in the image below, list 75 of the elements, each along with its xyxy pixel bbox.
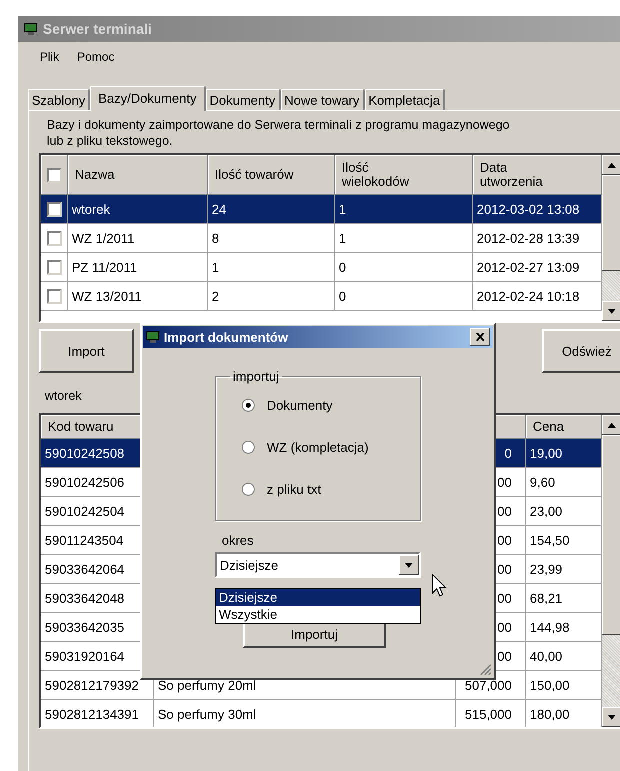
table-cell: 23,00 [526,497,602,526]
checkbox[interactable] [46,288,62,304]
table-cell: 2012-02-28 13:39 [473,224,602,253]
document-name-label: wtorek [45,389,83,403]
table-cell: 150,00 [526,671,602,700]
column-header[interactable]: Ilość wielokodów [335,155,473,195]
column-header[interactable]: Cena [526,415,602,439]
tab[interactable]: Kompletacja [364,89,446,110]
monitor-icon [24,23,38,35]
refresh-button[interactable]: Odśwież [542,329,620,373]
column-header[interactable]: Data utworzenia [473,155,602,195]
tab[interactable]: Bazy/Dokumenty [90,86,206,111]
table-cell: 40,00 [526,642,602,671]
table-cell: wtorek [68,195,208,224]
table-cell: 2012-02-24 10:18 [473,282,602,311]
period-label: okres [222,533,255,548]
scrollbar-thumb[interactable] [602,175,620,271]
table-cell: 0 [335,253,473,282]
scroll-up-button[interactable] [602,155,620,175]
period-dropdown[interactable]: Dzisiejsze [215,552,421,578]
table-cell: 1 [208,253,335,282]
radio-button[interactable] [242,398,255,412]
table-cell: 2012-02-27 13:09 [473,253,602,282]
radio-label: z pliku txt [267,482,322,496]
tab[interactable]: Szablony [28,89,90,110]
checkbox[interactable] [47,168,62,182]
group-label: importuj [232,369,280,384]
scroll-down-button[interactable] [602,301,620,321]
table-cell: 9,60 [526,468,602,497]
table-cell: WZ 1/2011 [68,224,208,253]
checkbox[interactable] [46,202,62,216]
table-cell: 8 [208,224,335,253]
table-cell: 1 [335,195,473,224]
checkbox[interactable] [46,230,62,246]
table-cell: 23,99 [526,555,602,584]
import-button[interactable]: Import [39,329,134,373]
radio-label: Dokumenty [267,398,333,412]
table-cell: 144,98 [526,613,602,642]
table-cell: 68,21 [526,584,602,613]
radio-button[interactable] [242,440,255,454]
table-cell: 1 [335,224,473,253]
table-cell: 24 [208,195,335,224]
resize-grip-icon[interactable] [480,664,492,676]
scroll-down-button[interactable] [602,707,620,727]
dialog-title: Import dokumentów [164,330,290,344]
close-button[interactable] [470,328,490,346]
table-cell: PZ 11/2011 [68,253,208,282]
column-header[interactable]: Ilość towarów [208,155,335,195]
radio-label: WZ (kompletacja) [267,440,369,454]
table-cell: 154,50 [526,526,602,555]
menu-item[interactable]: Plik [40,50,60,64]
dropdown-option[interactable]: Dzisiejsze [216,589,420,606]
checkbox[interactable] [46,260,62,274]
monitor-icon [146,331,160,343]
window-title: Serwer terminali [43,21,152,37]
column-header[interactable]: Nazwa [68,155,208,195]
tab[interactable]: Dokumenty [206,89,280,110]
radio-button[interactable] [242,482,255,496]
up-arrow-icon [608,422,616,428]
scroll-up-button[interactable] [602,415,620,435]
close-icon [476,333,484,341]
up-arrow-icon [608,162,616,168]
table-cell: 19,00 [526,439,602,468]
table-cell: WZ 13/2011 [68,282,208,311]
tab[interactable]: Nowe towary [280,89,365,110]
menu-item[interactable]: Pomoc [77,50,115,64]
table-cell: 2 [208,282,335,311]
description-text: Bazy i dokumenty zaimportowane do Serwera terminali z programu magazynowego lub z pliku tekstowego. [47,117,511,149]
table-cell: 0 [335,282,473,311]
down-arrow-icon [608,308,616,314]
table-cell: 2012-03-02 13:08 [473,195,602,224]
mouse-pointer-icon [432,574,448,598]
down-arrow-icon [608,714,616,720]
scrollbar-thumb[interactable] [602,435,620,635]
down-arrow-icon [405,562,413,568]
